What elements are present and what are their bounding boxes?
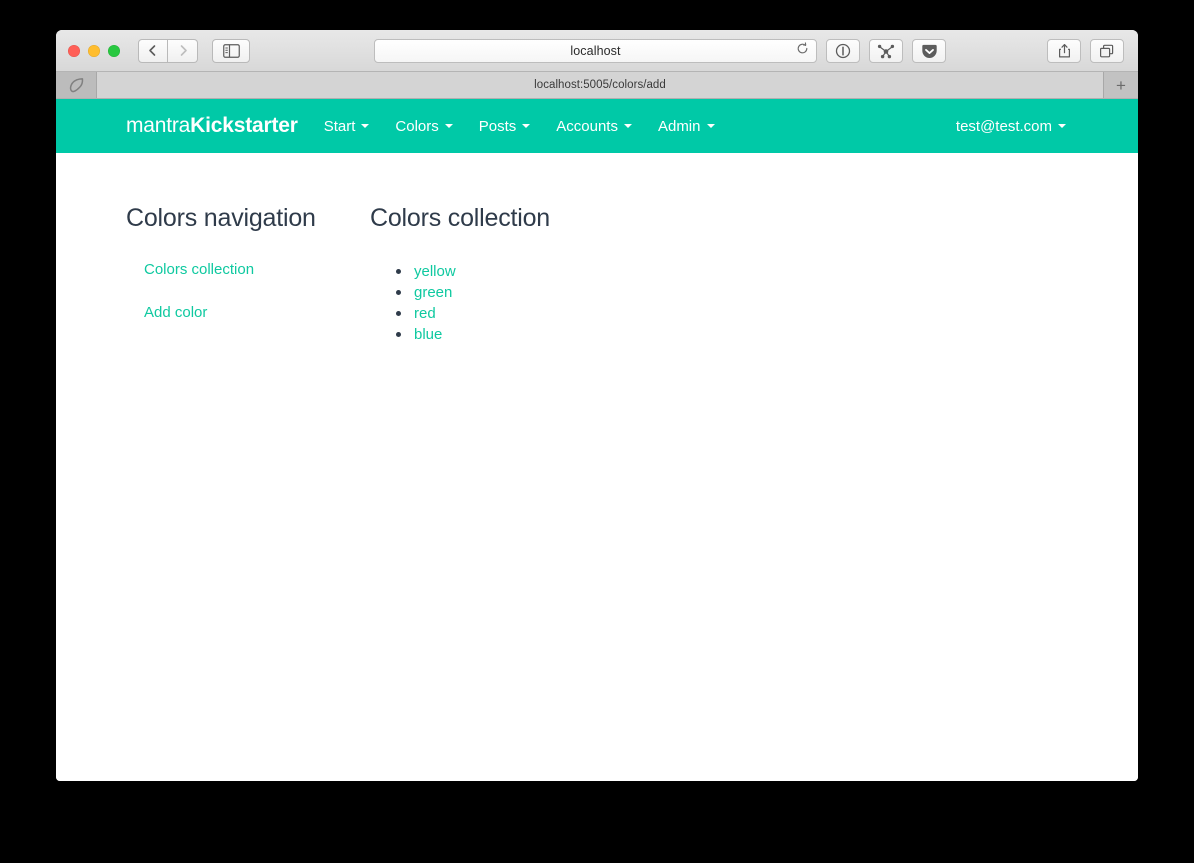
forward-arrow-icon — [180, 45, 187, 56]
web-page: mantraKickstarter Start Colors Posts Acc… — [56, 99, 1138, 781]
page-content: Colors navigation Colors collection Add … — [56, 153, 1138, 347]
chevron-down-icon — [706, 124, 715, 128]
colors-navigation-panel: Colors navigation Colors collection Add … — [126, 204, 370, 347]
pocket-icon — [921, 44, 937, 58]
onepassword-button[interactable] — [826, 39, 860, 63]
link-colors-collection[interactable]: Colors collection — [126, 261, 370, 278]
nav-item-colors[interactable]: Colors — [395, 117, 453, 135]
color-link-blue[interactable]: blue — [414, 326, 442, 343]
site-brand[interactable]: mantraKickstarter — [126, 114, 298, 138]
nav-item-colors-label: Colors — [395, 117, 439, 135]
nav-item-start[interactable]: Start — [324, 118, 370, 135]
link-add-color[interactable]: Add color — [126, 304, 370, 321]
list-item: blue — [396, 324, 1138, 345]
nav-item-accounts[interactable]: Accounts — [556, 118, 632, 135]
forward-button[interactable] — [168, 38, 198, 63]
colors-navigation-title: Colors navigation — [126, 204, 316, 232]
address-bar[interactable]: localhost — [374, 39, 817, 63]
share-button[interactable] — [1047, 39, 1081, 63]
close-window-button[interactable] — [68, 44, 80, 57]
nav-item-accounts-label: Accounts — [556, 117, 618, 135]
list-item: yellow — [396, 261, 1138, 282]
toolbar-right-buttons — [1047, 39, 1124, 63]
brand-light-text: mantra — [126, 114, 191, 137]
colors-collection-panel: Colors collection yellow green red blue — [370, 204, 1138, 345]
user-menu[interactable]: test@test.com — [956, 118, 1066, 135]
new-tab-button[interactable]: + — [1103, 72, 1138, 98]
chevron-down-icon — [444, 124, 453, 128]
tab-overview-button[interactable] — [1090, 39, 1124, 63]
pocket-button[interactable] — [912, 39, 946, 63]
color-link-green[interactable]: green — [414, 284, 452, 301]
tab-bar: localhost:5005/colors/add + — [56, 72, 1138, 99]
address-bar-text: localhost — [570, 44, 621, 58]
nav-item-posts-label: Posts — [478, 117, 517, 135]
user-menu-label: test@test.com — [955, 117, 1052, 135]
navbar-right: test@test.com — [956, 118, 1066, 135]
back-arrow-icon — [149, 45, 156, 56]
reload-icon — [797, 42, 808, 54]
share-node-button[interactable] — [869, 39, 903, 63]
chevron-down-icon — [1058, 124, 1066, 128]
tab-title: localhost:5005/colors/add — [534, 79, 666, 91]
share-node-icon — [877, 44, 895, 59]
browser-toolbar: localhost — [56, 30, 1138, 72]
minimize-window-button[interactable] — [88, 44, 100, 57]
sidebar-toggle-icon — [222, 43, 240, 58]
site-favicon — [69, 77, 83, 92]
extension-buttons — [826, 39, 946, 63]
onepassword-icon — [835, 43, 851, 59]
back-button[interactable] — [138, 38, 168, 63]
brand-bold-text: Kickstarter — [190, 114, 298, 137]
tab-overview-icon — [1100, 44, 1114, 57]
chevron-down-icon — [522, 124, 531, 128]
color-link-yellow[interactable]: yellow — [414, 263, 456, 280]
site-navbar: mantraKickstarter Start Colors Posts Acc… — [56, 99, 1138, 153]
chevron-down-icon — [361, 124, 370, 128]
nav-item-admin[interactable]: Admin — [658, 118, 715, 135]
nav-item-start-label: Start — [323, 117, 356, 135]
share-icon — [1058, 44, 1070, 58]
tab-favicon-cell[interactable] — [56, 72, 97, 98]
reload-button[interactable] — [796, 42, 809, 60]
list-item: red — [396, 303, 1138, 324]
chevron-down-icon — [623, 124, 632, 128]
colors-list: yellow green red blue — [370, 261, 1138, 345]
navigation-buttons — [138, 38, 198, 63]
sidebar-toggle-button[interactable] — [212, 38, 250, 63]
nav-item-posts[interactable]: Posts — [479, 118, 531, 135]
window-controls — [68, 44, 120, 57]
browser-tab[interactable]: localhost:5005/colors/add — [97, 72, 1103, 98]
browser-window: localhost localhost:5005/colors/add + ma… — [56, 30, 1138, 781]
color-link-red[interactable]: red — [414, 305, 436, 322]
nav-item-admin-label: Admin — [657, 117, 701, 135]
zoom-window-button[interactable] — [108, 44, 120, 57]
colors-collection-title: Colors collection — [370, 204, 551, 232]
list-item: green — [396, 282, 1138, 303]
navbar-menu: Start Colors Posts Accounts Admin — [324, 118, 715, 135]
